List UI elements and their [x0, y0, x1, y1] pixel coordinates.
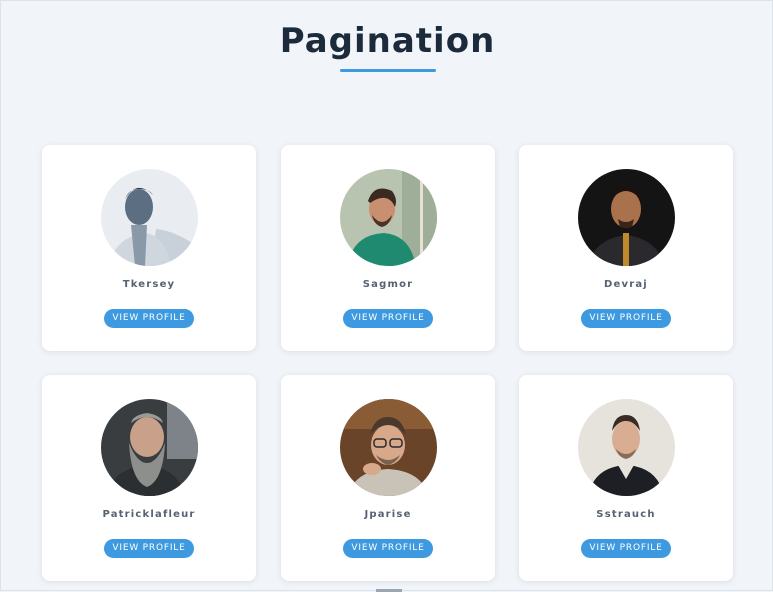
view-profile-button[interactable]: VIEW PROFILE: [581, 309, 671, 328]
avatar: [340, 399, 437, 496]
page-title: Pagination: [279, 21, 496, 61]
profile-card: Tkersey VIEW PROFILE: [42, 145, 256, 351]
profile-name: Tkersey: [122, 279, 176, 290]
profile-card: Jparise VIEW PROFILE: [281, 375, 495, 581]
view-profile-button[interactable]: VIEW PROFILE: [343, 309, 433, 328]
profile-name: Sagmor: [362, 279, 414, 290]
profile-card: Sagmor VIEW PROFILE: [281, 145, 495, 351]
view-profile-button[interactable]: VIEW PROFILE: [343, 539, 433, 558]
profile-name: Jparise: [364, 509, 412, 520]
avatar: [578, 169, 675, 266]
view-profile-button[interactable]: VIEW PROFILE: [581, 539, 671, 558]
profile-card: Patricklafleur VIEW PROFILE: [42, 375, 256, 581]
avatar: [101, 169, 198, 266]
profile-name: Sstrauch: [596, 509, 656, 520]
profile-card: Devraj VIEW PROFILE: [519, 145, 733, 351]
avatar: [578, 399, 675, 496]
profile-card: Sstrauch VIEW PROFILE: [519, 375, 733, 581]
profile-name: Devraj: [604, 279, 648, 290]
view-profile-button[interactable]: VIEW PROFILE: [104, 539, 194, 558]
view-profile-button[interactable]: VIEW PROFILE: [104, 309, 194, 328]
profile-name: Patricklafleur: [102, 509, 196, 520]
avatar: [101, 399, 198, 496]
avatar: [340, 169, 437, 266]
title-underline: [340, 69, 436, 72]
